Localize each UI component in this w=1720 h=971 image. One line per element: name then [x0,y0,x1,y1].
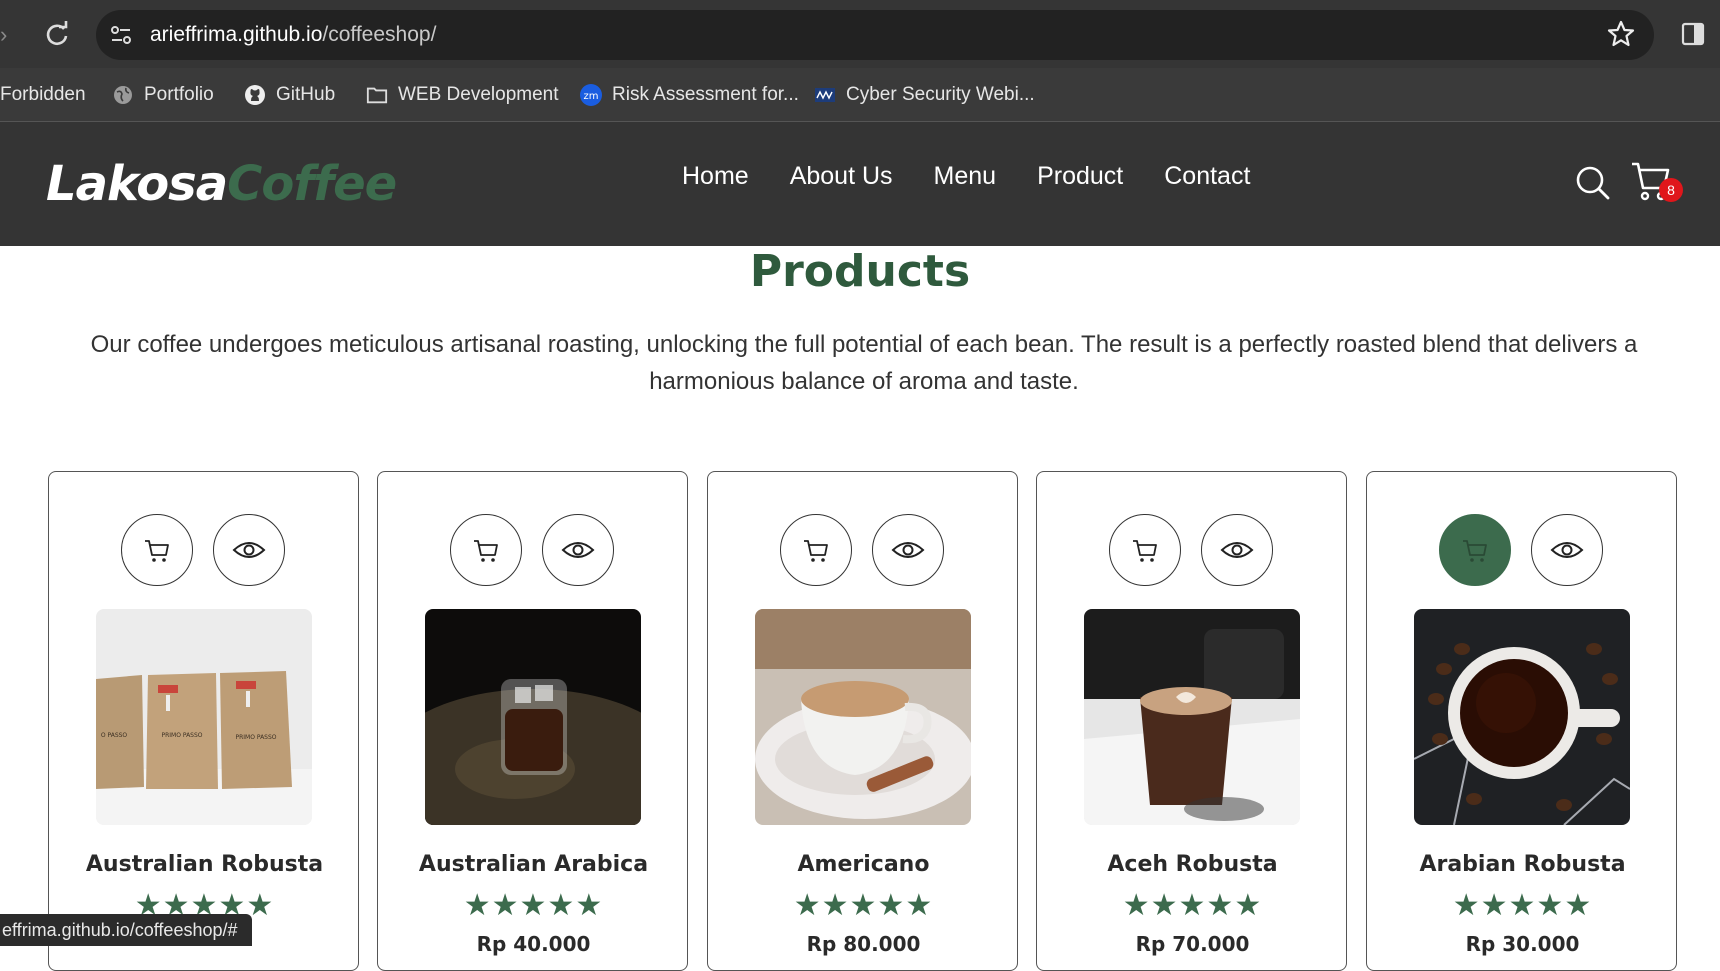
main-menu: Home About Us Menu Product Contact [682,162,1291,191]
bookmark-risk-assessment[interactable]: zm Risk Assessment for... [580,80,799,110]
section-description: Our coffee undergoes meticulous artisana… [90,331,1638,395]
view-detail-button[interactable] [872,514,944,586]
product-price: Rp 30.000 [1465,932,1580,956]
product-image-iced-coffee [425,609,641,825]
product-name: Aceh Robusta [1107,852,1278,877]
svg-text:PRIMO PASSO: PRIMO PASSO [161,732,202,739]
logo-main: Lakosa [46,156,228,212]
bookmark-label: Cyber Security Webi... [846,84,1035,105]
product-card: Arabian Robusta ★★★★★ Rp 30.000 [1366,471,1677,971]
bookmark-star-icon[interactable] [1606,18,1636,50]
section-title: Products [749,246,971,297]
bookmark-github[interactable]: GitHub [244,80,335,110]
bookmark-portfolio[interactable]: Portfolio [112,80,214,110]
view-detail-button[interactable] [542,514,614,586]
reload-icon[interactable] [42,18,72,50]
add-to-cart-button[interactable] [780,514,852,586]
view-detail-button[interactable] [1531,514,1603,586]
github-icon [244,84,266,106]
product-card: PRIMO PASSO PRIMO PASSO O PASSO Australi… [48,471,359,971]
cart-count-badge: 8 [1659,178,1683,202]
browser-chrome: › arieffrima.github.io/coffeeshop/ Forbi… [0,0,1720,122]
bookmark-forbidden[interactable]: Forbidden [0,80,86,110]
product-image-americano-cup [755,609,971,825]
bookmarks-bar: Forbidden Portfolio GitHub WEB Developme… [0,70,1720,120]
search-icon[interactable] [1575,162,1611,202]
address-bar-row: › arieffrima.github.io/coffeeshop/ [0,0,1720,68]
product-price: Rp 80.000 [806,932,921,956]
logo-accent: Coffee [227,156,397,212]
product-card: Australian Arabica ★★★★★ Rp 40.000 [377,471,688,971]
svg-text:zm: zm [584,91,599,102]
view-detail-button[interactable] [1201,514,1273,586]
site-info-icon[interactable] [108,22,134,48]
product-name: Australian Robusta [85,852,324,877]
product-price: Rp 70.000 [1135,932,1250,956]
zm-icon: zm [580,84,602,106]
nav-home[interactable]: Home [682,162,749,191]
svg-text:PRIMO PASSO: PRIMO PASSO [235,734,276,741]
bookmark-label: GitHub [276,84,336,105]
view-detail-button[interactable] [213,514,285,586]
product-name: Americano [797,852,930,877]
add-to-cart-button[interactable] [1439,514,1511,586]
add-to-cart-button[interactable] [450,514,522,586]
rating-stars: ★★★★★ [1122,889,1263,922]
svg-text:O PASSO: O PASSO [101,732,128,739]
url-path: /coffeeshop/ [322,23,437,46]
folder-icon [366,84,388,106]
url-host: arieffrima.github.io [150,23,323,46]
product-image-latte-glass [1084,609,1300,825]
bookmark-label: Risk Assessment for... [612,84,799,105]
side-panel-icon[interactable] [1680,20,1706,48]
nav-about-us[interactable]: About Us [790,162,893,191]
url-text[interactable]: arieffrima.github.io/coffeeshop/ [150,20,436,50]
rating-stars: ★★★★★ [463,889,604,922]
rating-stars: ★★★★★ [793,889,934,922]
product-card: Aceh Robusta ★★★★★ Rp 70.000 [1036,471,1347,971]
add-to-cart-button[interactable] [121,514,193,586]
bookmark-label: Portfolio [144,84,214,105]
bookmark-label: WEB Development [398,84,559,105]
product-image-black-coffee-beans [1414,609,1630,825]
site-navbar: LakosaCoffee Home About Us Menu Product … [0,122,1720,246]
nav-menu[interactable]: Menu [934,162,997,191]
globe-icon [112,84,134,106]
nav-contact[interactable]: Contact [1164,162,1250,191]
forward-icon[interactable]: › [0,20,14,50]
site-logo[interactable]: LakosaCoffee [46,156,397,212]
add-to-cart-button[interactable] [1109,514,1181,586]
product-card: Americano ★★★★★ Rp 80.000 [707,471,1018,971]
bookmark-cyber-security[interactable]: Cyber Security Webi... [814,80,1035,110]
product-name: Arabian Robusta [1419,852,1626,877]
sans-icon [814,84,836,106]
product-price: Rp 40.000 [476,932,591,956]
status-bar-url: effrima.github.io/coffeeshop/# [0,914,252,946]
product-name: Australian Arabica [418,852,649,877]
product-image-coffee-bags: PRIMO PASSO PRIMO PASSO O PASSO [96,609,312,825]
bookmark-label: Forbidden [0,84,86,105]
nav-product[interactable]: Product [1037,162,1123,191]
bookmark-web-development[interactable]: WEB Development [366,80,559,110]
rating-stars: ★★★★★ [1452,889,1593,922]
